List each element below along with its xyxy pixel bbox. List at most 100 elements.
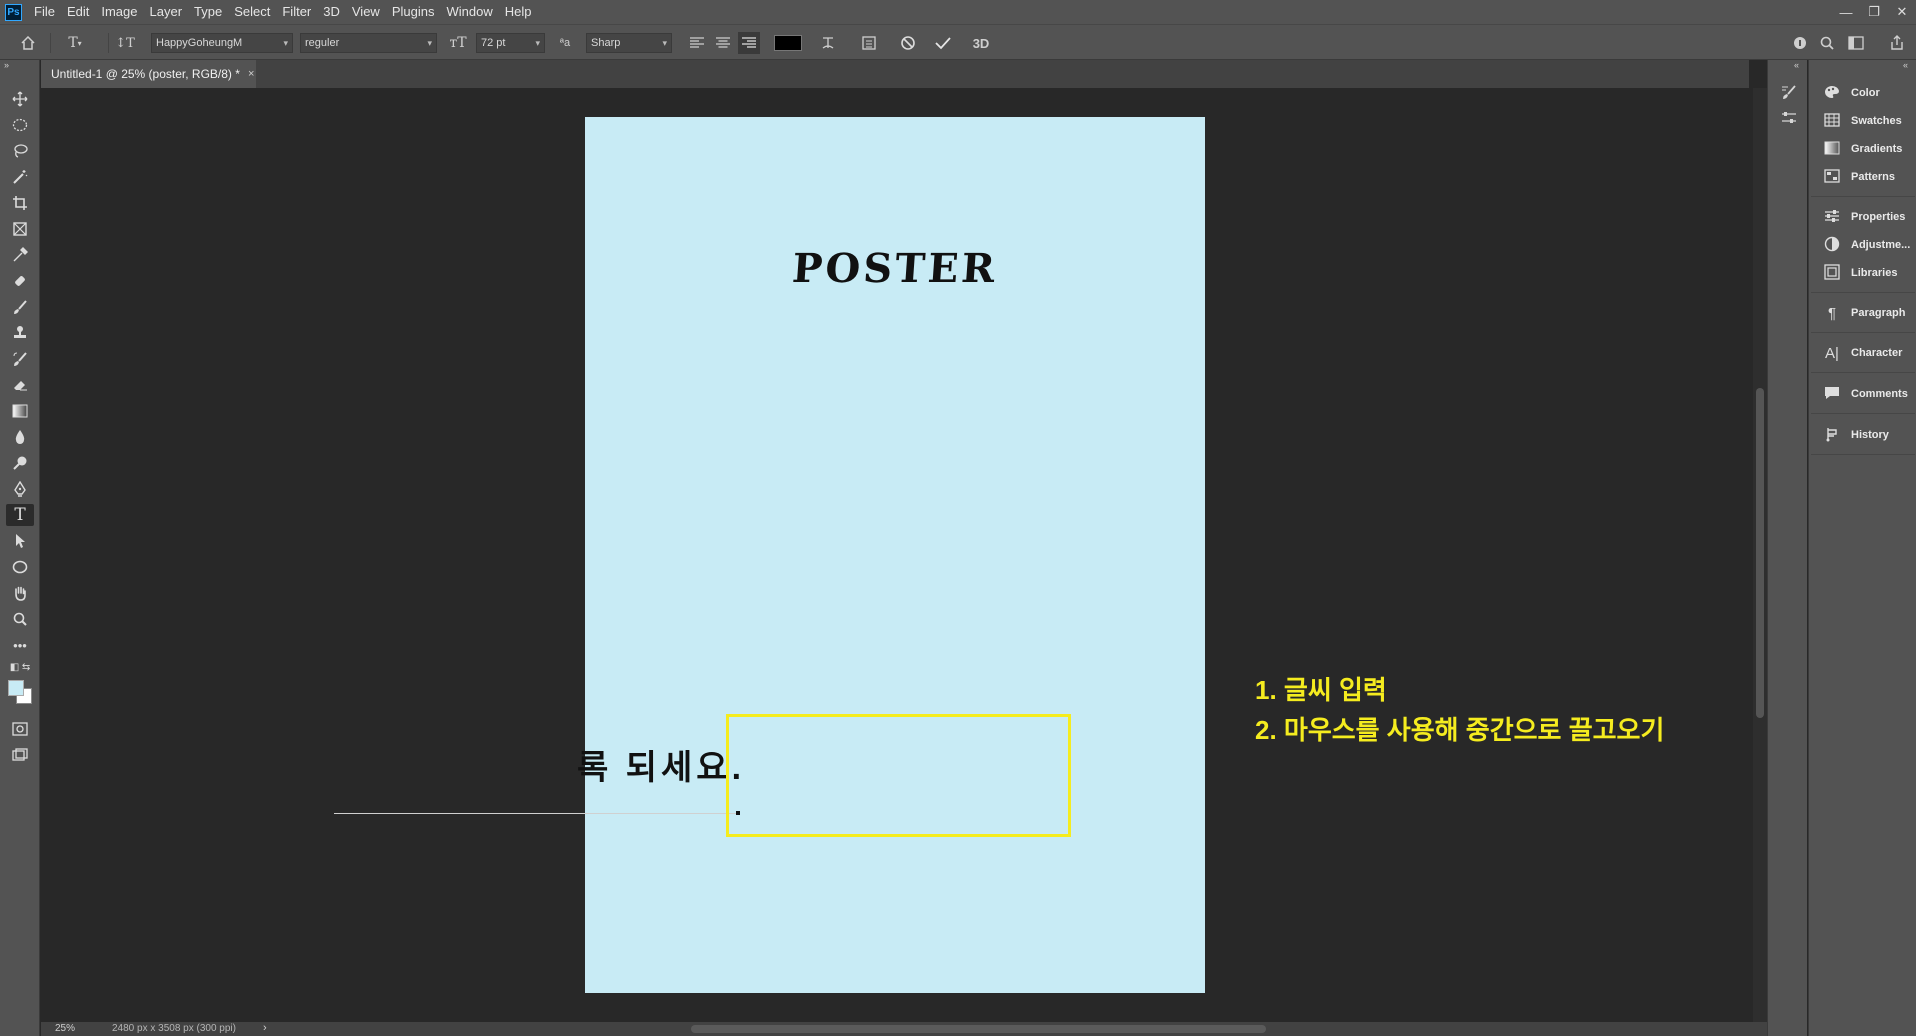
- document-tab-strip: Untitled-1 @ 25% (poster, RGB/8) * ×: [41, 60, 1749, 88]
- font-size-dropdown[interactable]: 72 pt ▾: [476, 33, 545, 53]
- clone-stamp-tool-icon[interactable]: [6, 322, 34, 344]
- document-tab[interactable]: Untitled-1 @ 25% (poster, RGB/8) * ×: [41, 60, 256, 88]
- panel-libraries[interactable]: Libraries: [1809, 260, 1916, 286]
- panel-adjustments[interactable]: Adjustme...: [1809, 232, 1916, 258]
- chevron-down-icon: ▾: [427, 38, 432, 48]
- collapse-arrows-icon[interactable]: »: [4, 60, 9, 70]
- path-selection-tool-icon[interactable]: [6, 530, 34, 552]
- tool-presets-icon[interactable]: [1778, 108, 1800, 128]
- frame-tool-icon[interactable]: [6, 218, 34, 240]
- eraser-tool-icon[interactable]: [6, 374, 34, 396]
- share-icon[interactable]: [1886, 32, 1908, 54]
- poster-title-text[interactable]: POSTER: [583, 245, 1206, 292]
- horizontal-scroll-thumb[interactable]: [691, 1025, 1266, 1033]
- create-3d-button[interactable]: 3D: [968, 32, 994, 54]
- commit-edits-icon[interactable]: [932, 32, 954, 54]
- menu-select[interactable]: Select: [228, 0, 276, 24]
- home-icon[interactable]: [16, 32, 40, 54]
- document-page[interactable]: POSTER: [585, 117, 1205, 993]
- type-tool-icon[interactable]: T: [6, 504, 34, 526]
- crop-tool-icon[interactable]: [6, 192, 34, 214]
- menu-help[interactable]: Help: [499, 0, 538, 24]
- brush-tool-icon[interactable]: [6, 296, 34, 318]
- more-tools-icon[interactable]: •••: [6, 634, 34, 656]
- dodge-tool-icon[interactable]: [6, 452, 34, 474]
- status-menu-arrow-icon[interactable]: ›: [263, 1022, 267, 1034]
- cancel-edits-icon[interactable]: [897, 32, 919, 54]
- menu-layer[interactable]: Layer: [144, 0, 189, 24]
- magic-wand-tool-icon[interactable]: [6, 166, 34, 188]
- vertical-scroll-thumb[interactable]: [1756, 388, 1764, 718]
- menu-file[interactable]: File: [28, 0, 61, 24]
- vertical-scrollbar[interactable]: [1753, 88, 1767, 1022]
- menu-bar: Ps File Edit Image Layer Type Select Fil…: [0, 0, 1916, 24]
- pen-tool-icon[interactable]: [6, 478, 34, 500]
- document-tab-title: Untitled-1 @ 25% (poster, RGB/8) *: [51, 67, 240, 81]
- target-highlight-box: [726, 714, 1071, 837]
- quick-mask-icon[interactable]: [6, 718, 34, 740]
- character-panel-toggle-icon[interactable]: [858, 32, 880, 54]
- blur-tool-icon[interactable]: [6, 426, 34, 448]
- menu-window[interactable]: Window: [440, 0, 498, 24]
- text-color-swatch[interactable]: [774, 32, 802, 54]
- align-center-icon[interactable]: [712, 32, 734, 54]
- workspace-icon[interactable]: [1845, 32, 1867, 54]
- align-right-icon[interactable]: [738, 32, 760, 54]
- marquee-tool-icon[interactable]: [6, 114, 34, 136]
- warp-text-icon[interactable]: [817, 32, 839, 54]
- panel-dock: « Color Swatches Gradients Patterns Prop…: [1808, 60, 1916, 1036]
- menu-3d[interactable]: 3D: [317, 0, 346, 24]
- panel-gradients[interactable]: Gradients: [1809, 136, 1916, 162]
- close-tab-icon[interactable]: ×: [248, 68, 254, 80]
- toggle-text-orientation-icon[interactable]: ↕T: [114, 32, 136, 54]
- eyedropper-tool-icon[interactable]: [6, 244, 34, 266]
- antialias-dropdown[interactable]: Sharp ▾: [586, 33, 672, 53]
- font-family-dropdown[interactable]: HappyGoheungM ▾: [151, 33, 293, 53]
- instruction-line-2: 2. 마우스를 사용해 중간으로 끌고오기: [1255, 715, 1665, 745]
- type-tool-preset-icon[interactable]: T ▾: [60, 32, 90, 54]
- libraries-icon: [1821, 263, 1843, 283]
- swatches-icon: [1821, 112, 1843, 130]
- menu-type[interactable]: Type: [188, 0, 228, 24]
- foreground-color-swatch[interactable]: [8, 680, 24, 696]
- panel-history[interactable]: History: [1809, 422, 1916, 448]
- lasso-tool-icon[interactable]: [6, 140, 34, 162]
- restore-button[interactable]: ❐: [1860, 0, 1888, 24]
- align-left-icon[interactable]: [686, 32, 708, 54]
- minimize-button[interactable]: —: [1832, 0, 1860, 24]
- canvas-area[interactable]: POSTER 록 되세요. 1. 글씨 입력 2. 마우스를 사용해 중간으로 …: [41, 88, 1753, 1022]
- screen-mode-icon[interactable]: [6, 744, 34, 766]
- menu-plugins[interactable]: Plugins: [386, 0, 441, 24]
- gradient-tool-icon[interactable]: [6, 400, 34, 422]
- menu-edit[interactable]: Edit: [61, 0, 95, 24]
- panel-properties[interactable]: Properties: [1809, 204, 1916, 230]
- default-colors-icon[interactable]: ◧ ⇆: [6, 660, 34, 674]
- dragged-text-layer[interactable]: 록 되세요.: [577, 740, 745, 789]
- panel-color[interactable]: Color: [1809, 80, 1916, 106]
- ellipse-tool-icon[interactable]: [6, 556, 34, 578]
- collapse-arrows-icon[interactable]: «: [1794, 60, 1799, 70]
- close-button[interactable]: ✕: [1888, 0, 1916, 24]
- photoshop-logo: Ps: [5, 3, 22, 21]
- zoom-level[interactable]: 25%: [55, 1023, 75, 1034]
- hand-tool-icon[interactable]: [6, 582, 34, 604]
- color-icon: [1821, 85, 1843, 102]
- panel-swatches[interactable]: Swatches: [1809, 108, 1916, 134]
- instruction-note: 1. 글씨 입력 2. 마우스를 사용해 중간으로 끌고오기: [1255, 670, 1664, 750]
- brush-settings-icon[interactable]: [1778, 82, 1800, 102]
- panel-patterns[interactable]: Patterns: [1809, 164, 1916, 190]
- menu-filter[interactable]: Filter: [276, 0, 317, 24]
- learn-icon[interactable]: [1789, 32, 1811, 54]
- panel-comments[interactable]: Comments: [1809, 381, 1916, 407]
- panel-character[interactable]: A| Character: [1809, 340, 1916, 366]
- menu-image[interactable]: Image: [95, 0, 143, 24]
- collapse-arrows-icon[interactable]: «: [1903, 60, 1908, 70]
- panel-paragraph[interactable]: ¶ Paragraph: [1809, 300, 1916, 326]
- move-tool-icon[interactable]: [6, 88, 34, 110]
- menu-view[interactable]: View: [346, 0, 386, 24]
- healing-brush-tool-icon[interactable]: [6, 270, 34, 292]
- zoom-tool-icon[interactable]: [6, 608, 34, 630]
- search-icon[interactable]: [1816, 32, 1838, 54]
- font-style-dropdown[interactable]: reguler ▾: [300, 33, 437, 53]
- history-brush-tool-icon[interactable]: [6, 348, 34, 370]
